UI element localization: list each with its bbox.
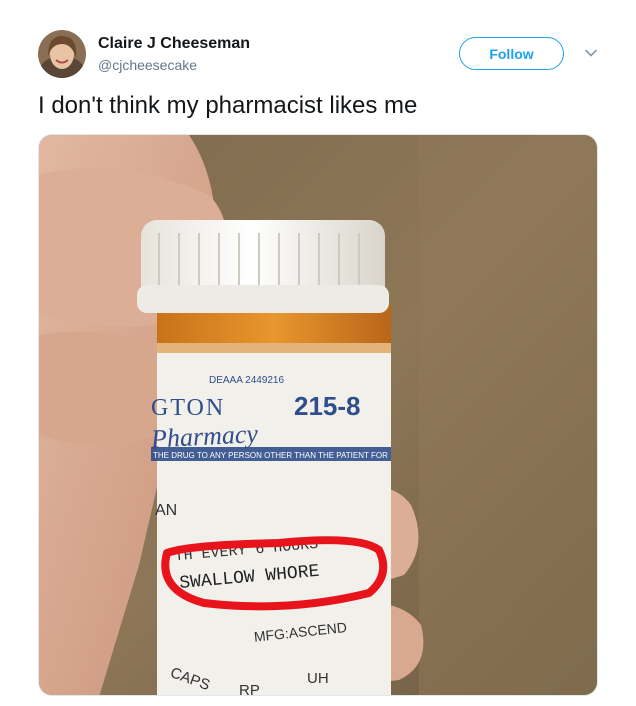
label-store: GTON bbox=[151, 395, 225, 421]
chevron-down-icon[interactable] bbox=[583, 45, 599, 61]
avatar-image bbox=[38, 30, 86, 78]
tweet-photo[interactable]: DEAAA 2449216 GTON 215-8 Pharmacy THE DR… bbox=[38, 134, 598, 696]
follow-button[interactable]: Follow bbox=[459, 37, 564, 70]
label-dea: DEAAA 2449216 bbox=[209, 375, 284, 386]
author-name[interactable]: Claire J Cheeseman bbox=[98, 35, 250, 53]
label-warning: THE DRUG TO ANY PERSON OTHER THAN THE PA… bbox=[153, 451, 388, 460]
label-uh: UH bbox=[307, 670, 329, 687]
author-handle[interactable]: @cjcheesecake bbox=[98, 57, 197, 73]
label-phone: 215-8 bbox=[294, 391, 361, 421]
tweet-text: I don't think my pharmacist likes me bbox=[38, 92, 418, 119]
avatar[interactable] bbox=[38, 30, 86, 78]
pill-bottle-image: DEAAA 2449216 GTON 215-8 Pharmacy THE DR… bbox=[39, 135, 597, 696]
label-rp: RP bbox=[239, 682, 260, 696]
label-an: AN bbox=[155, 502, 177, 519]
